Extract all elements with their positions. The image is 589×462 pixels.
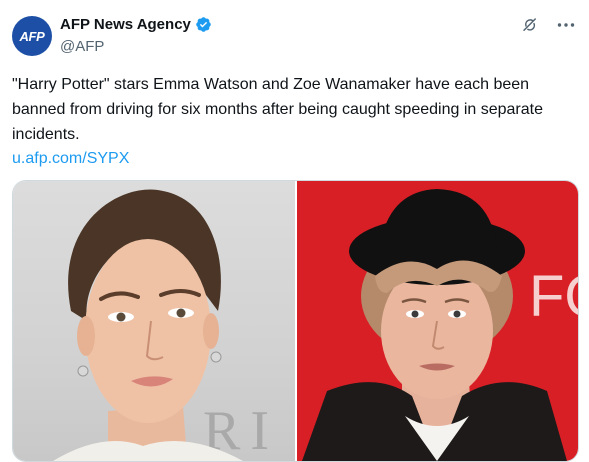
tweet-text: "Harry Potter" stars Emma Watson and Zoe… (12, 76, 543, 143)
display-name[interactable]: AFP News Agency (60, 16, 191, 33)
tweet-actions (521, 16, 575, 34)
avatar-text: AFP (19, 28, 45, 44)
photo-emma-watson[interactable]: RI (13, 181, 295, 461)
right-backdrop-text: FO (529, 264, 578, 329)
photo-zoe-wanamaker[interactable]: FO (296, 181, 578, 461)
grok-icon[interactable] (521, 16, 539, 34)
tweet-media[interactable]: RI F (12, 180, 579, 462)
verified-badge-icon (195, 16, 212, 33)
avatar[interactable]: AFP (12, 16, 52, 56)
handle[interactable]: @AFP (60, 38, 104, 55)
author-row: AFP News Agency (60, 16, 212, 33)
more-icon[interactable] (557, 22, 575, 28)
tweet-link[interactable]: u.afp.com/SYPX (12, 146, 129, 171)
